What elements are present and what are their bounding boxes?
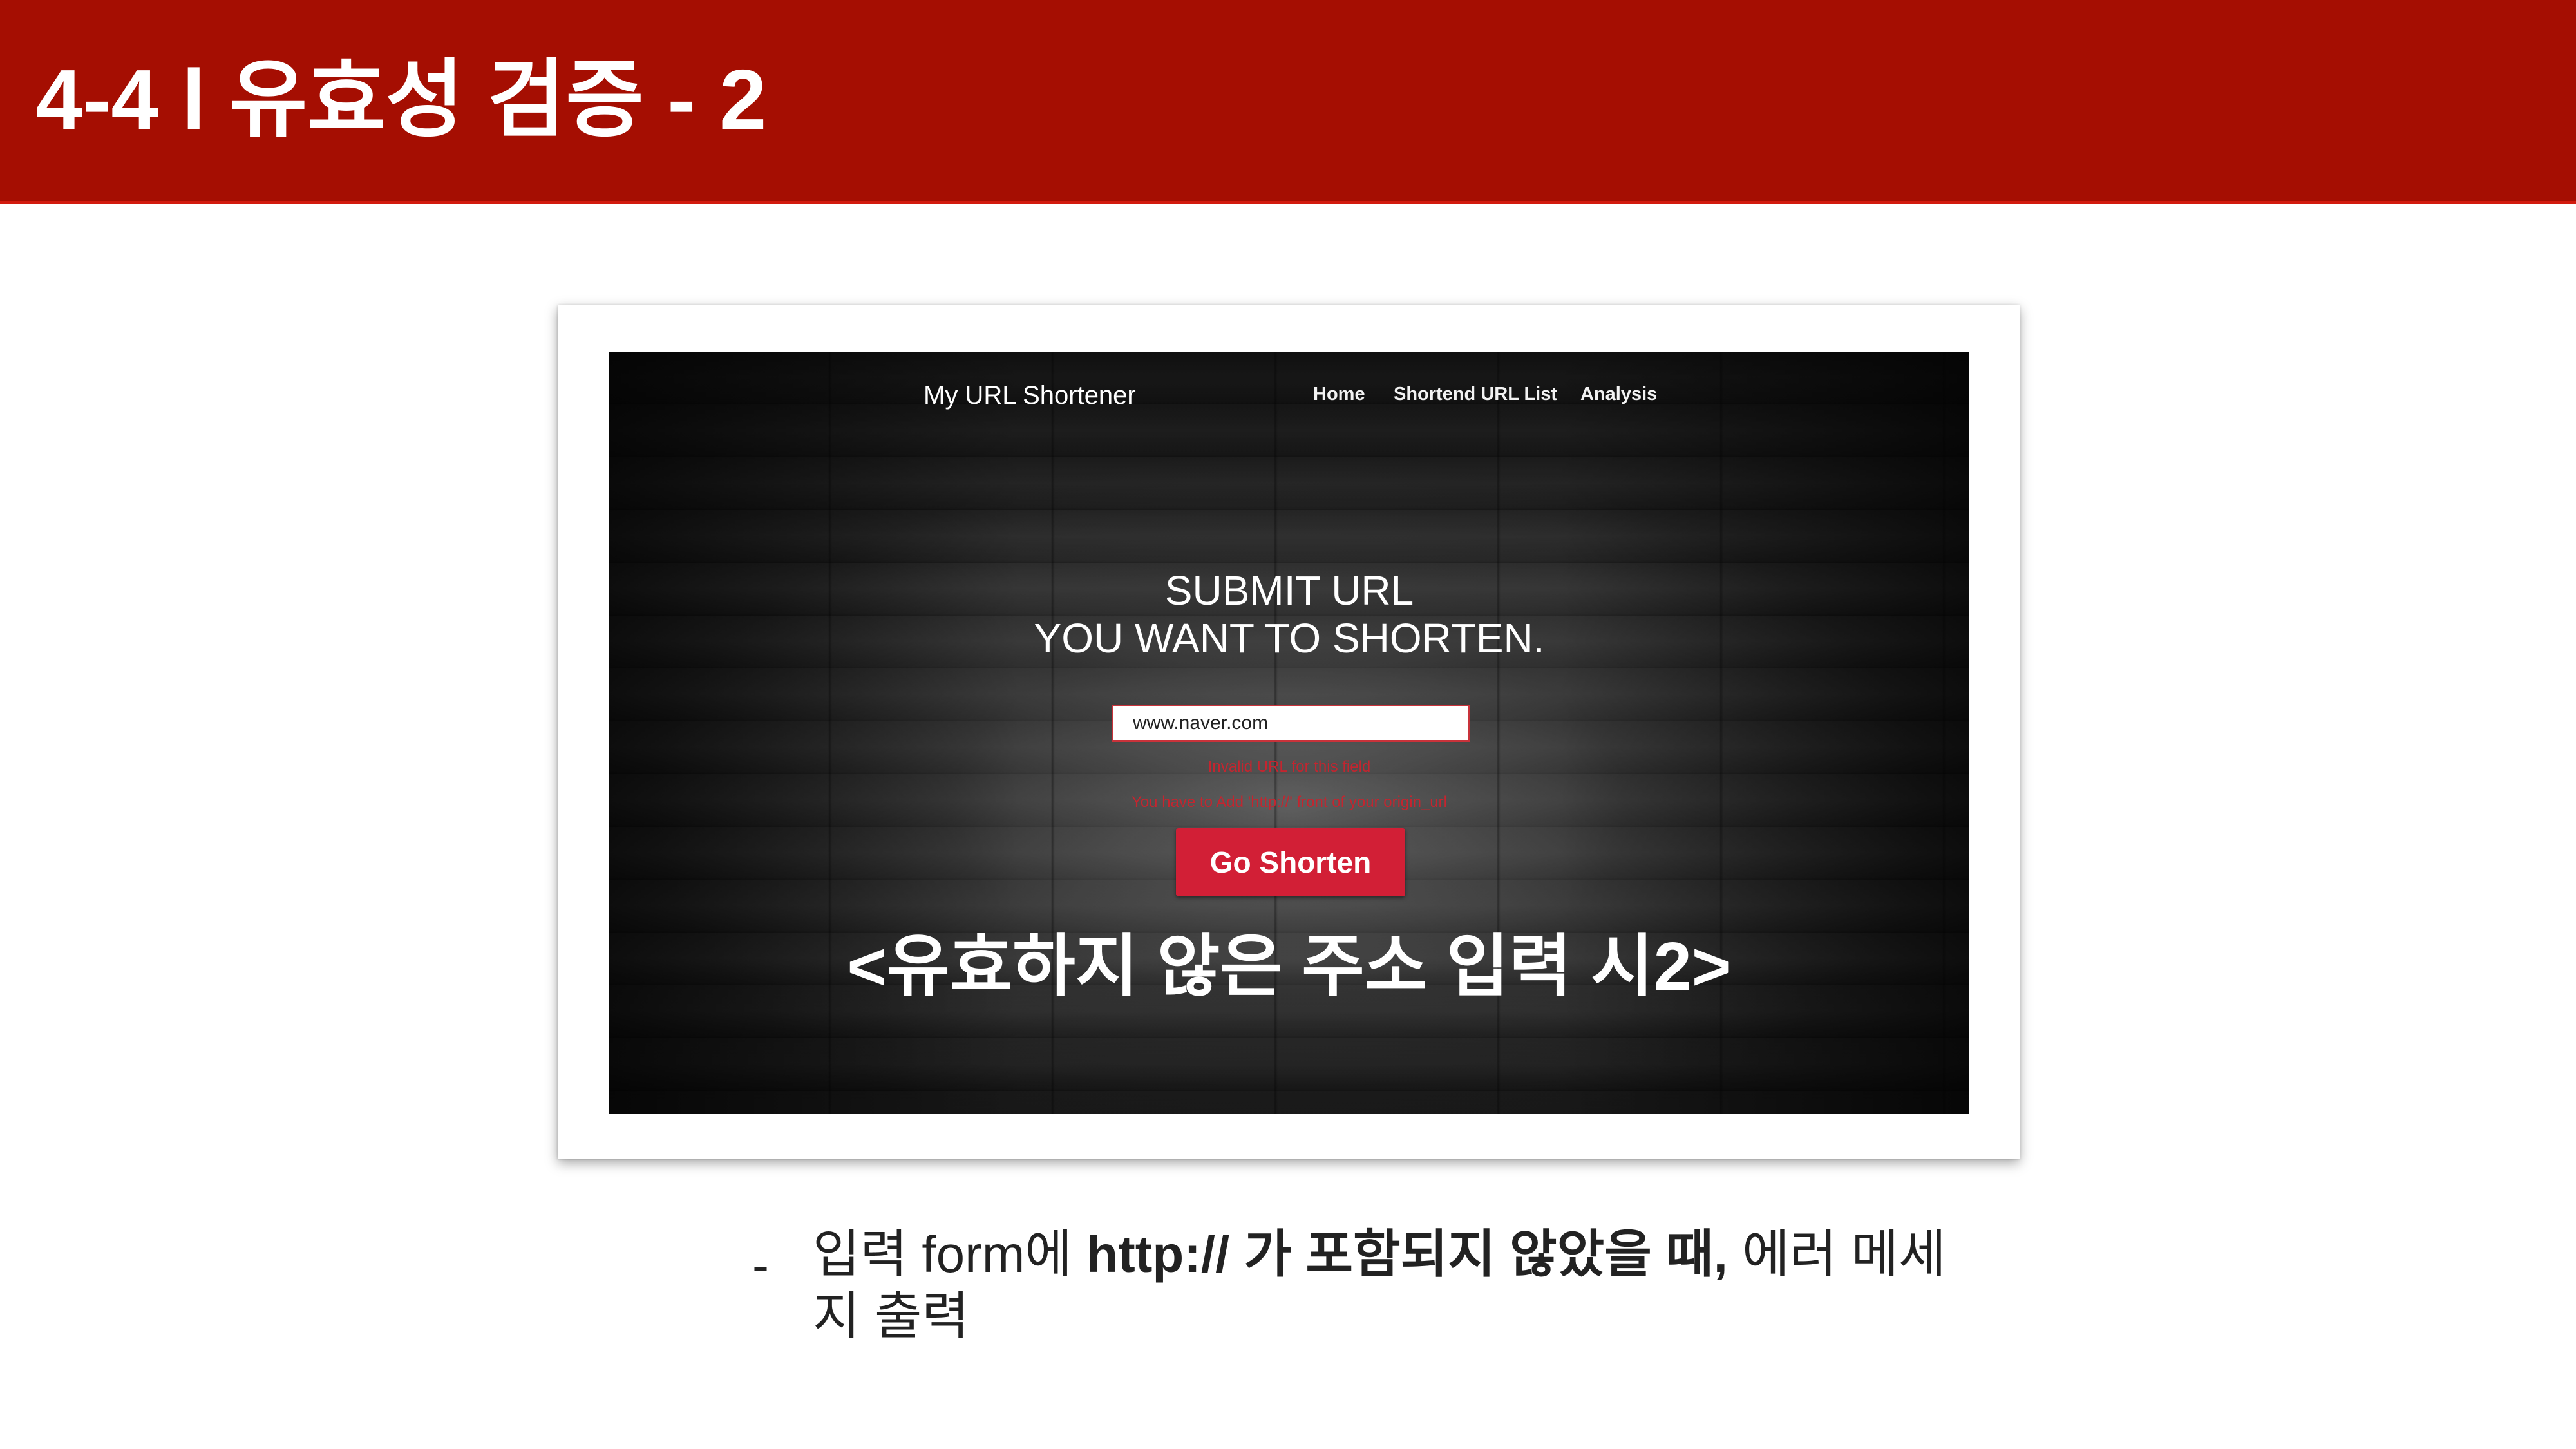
description-part-1: 입력 form에 (813, 1226, 1087, 1283)
nav-analysis-link[interactable]: Analysis (1580, 383, 1657, 406)
headline-line-2: YOU WANT TO SHORTEN. (1034, 615, 1545, 661)
nav-url-list-link[interactable]: Shortend URL List (1394, 383, 1557, 406)
bullet-dash: - (752, 1236, 769, 1293)
nav-home-link[interactable]: Home (1313, 383, 1365, 406)
screenshot-caption: <유효하지 않은 주소 입력 시2> (847, 929, 1732, 1005)
slide-title-bar: 4-4 l 유효성 검증 - 2 (0, 0, 2576, 204)
url-input[interactable] (1112, 705, 1470, 742)
error-message-http-hint: You have to Add 'http://' front of your … (1132, 793, 1447, 811)
go-shorten-button[interactable]: Go Shorten (1176, 828, 1405, 896)
description-text: 입력 form에 http:// 가 포함되지 않았을 때, 에러 메세지 출력 (813, 1224, 1946, 1347)
app-screenshot: My URL Shortener Home Shortend URL List … (609, 352, 1969, 1114)
headline-line-1: SUBMIT URL (1164, 567, 1414, 614)
description-part-bold: http:// 가 포함되지 않았을 때, (1086, 1226, 1728, 1283)
nav-bar: Home Shortend URL List Analysis (609, 383, 1969, 408)
screenshot-frame: My URL Shortener Home Shortend URL List … (558, 305, 2020, 1159)
slide-title: 4-4 l 유효성 검증 - 2 (35, 52, 767, 147)
error-message-invalid: Invalid URL for this field (1208, 758, 1371, 775)
